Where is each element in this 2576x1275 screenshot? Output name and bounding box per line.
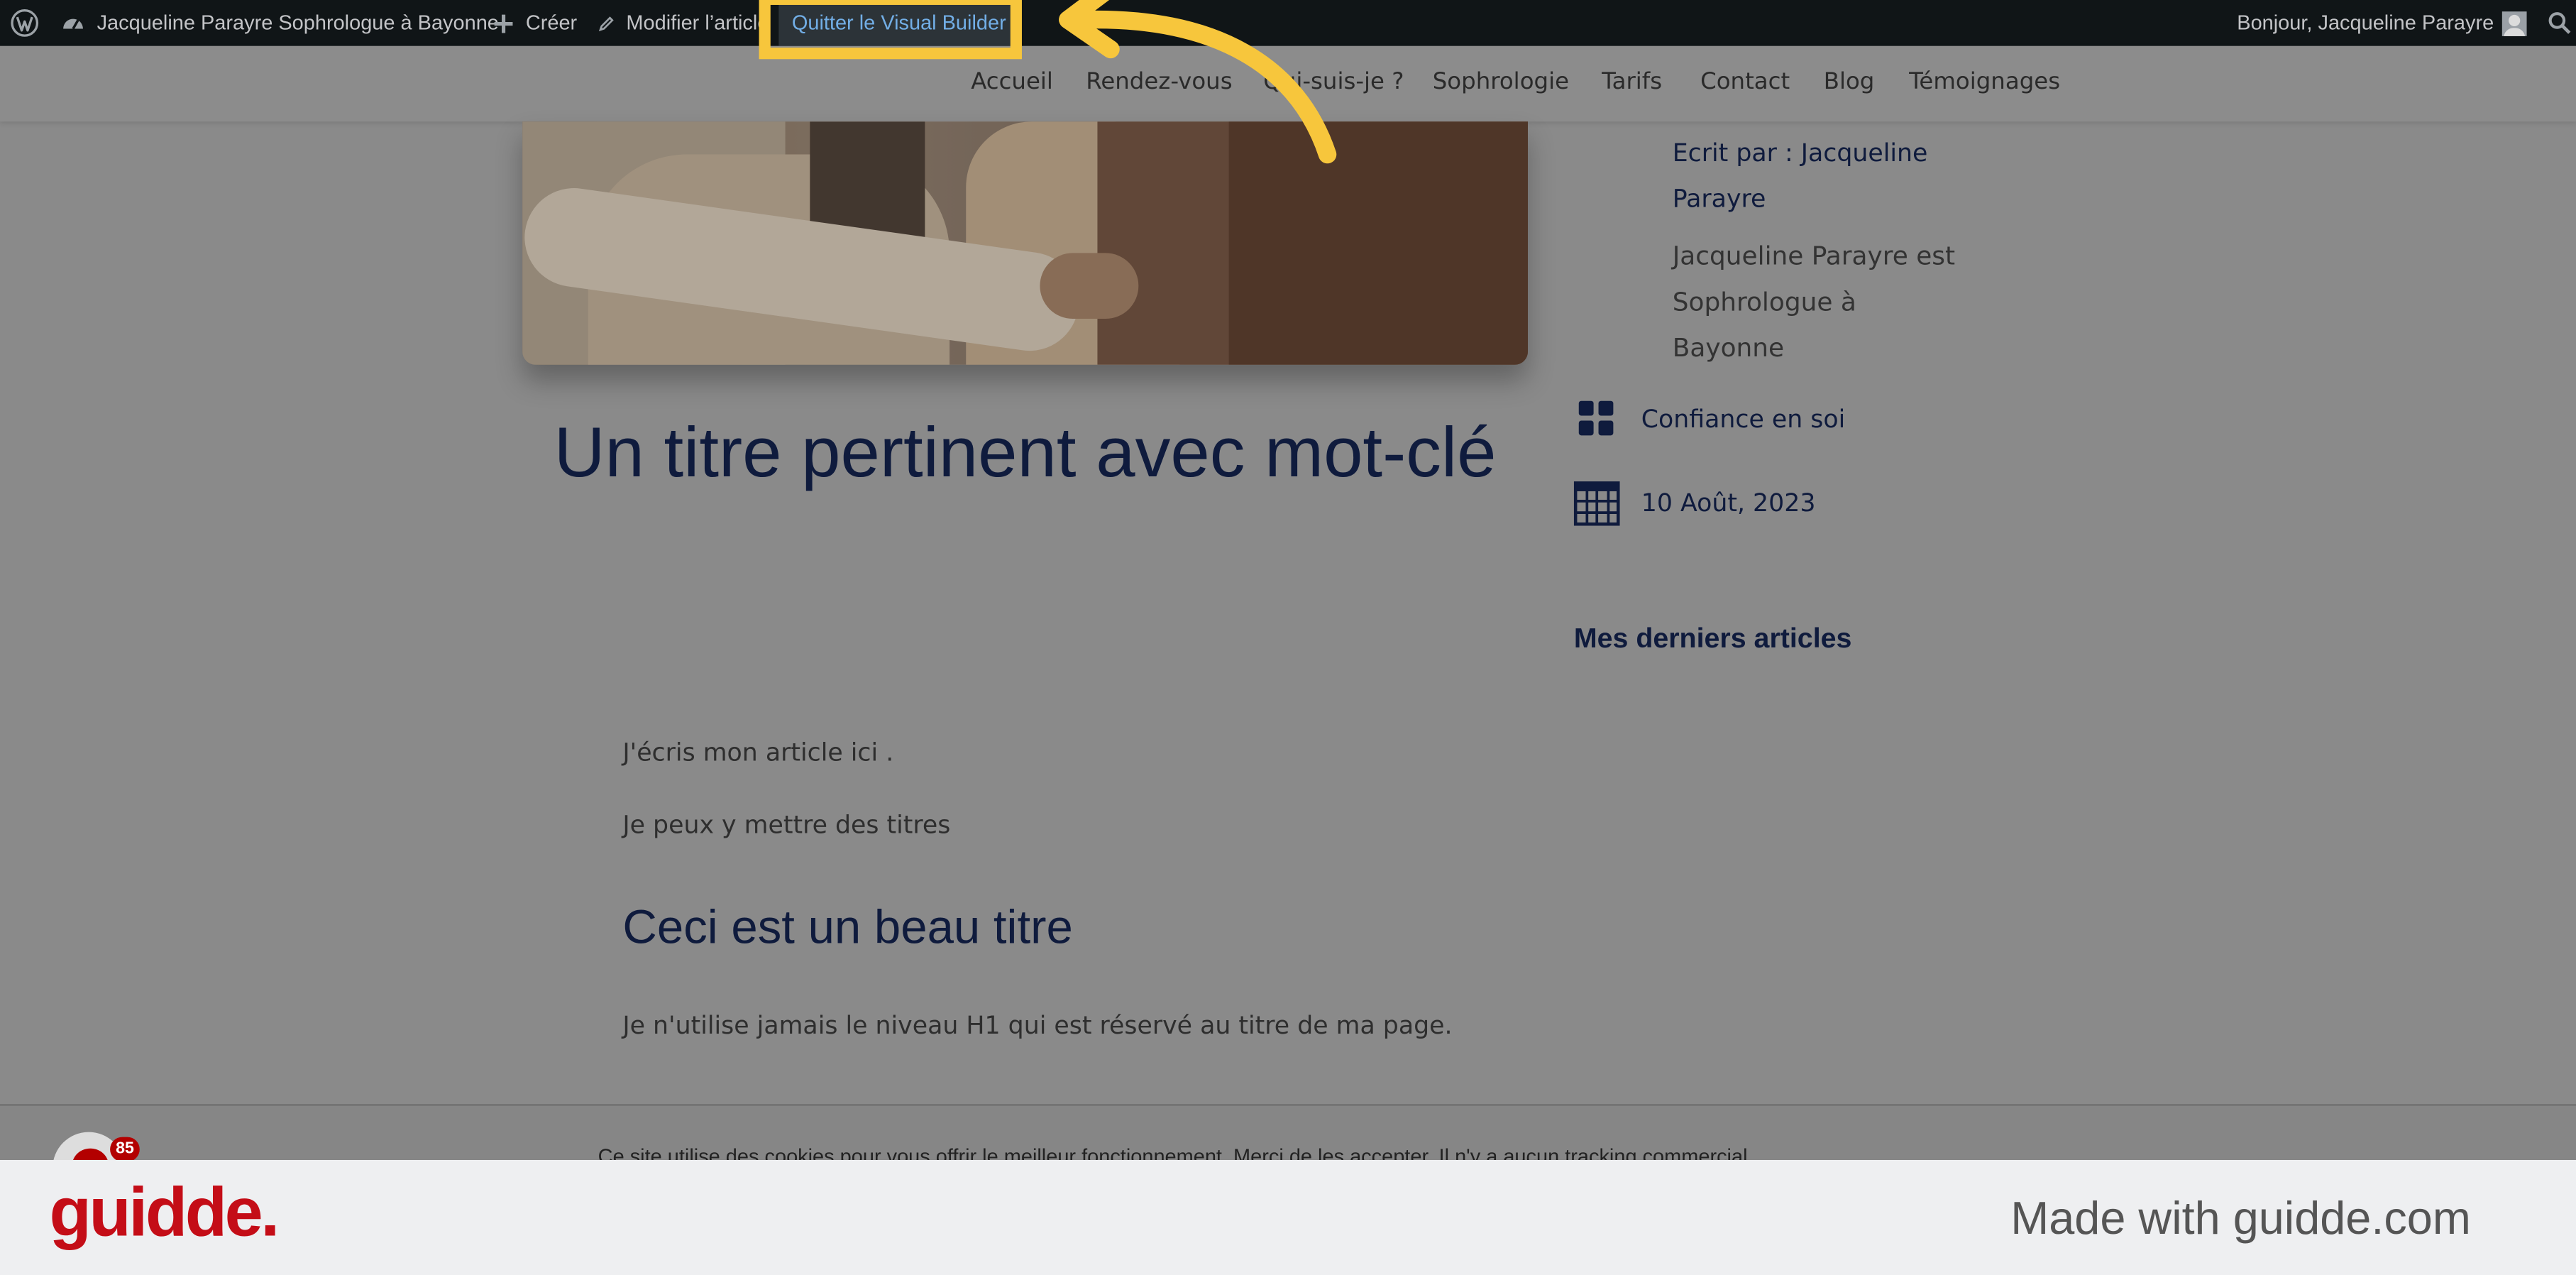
screenshot-stage: Jacqueline Parayre Sophrologue à Bayonne… [0,0,2576,1275]
pointer-arrow-icon [1059,0,1337,164]
